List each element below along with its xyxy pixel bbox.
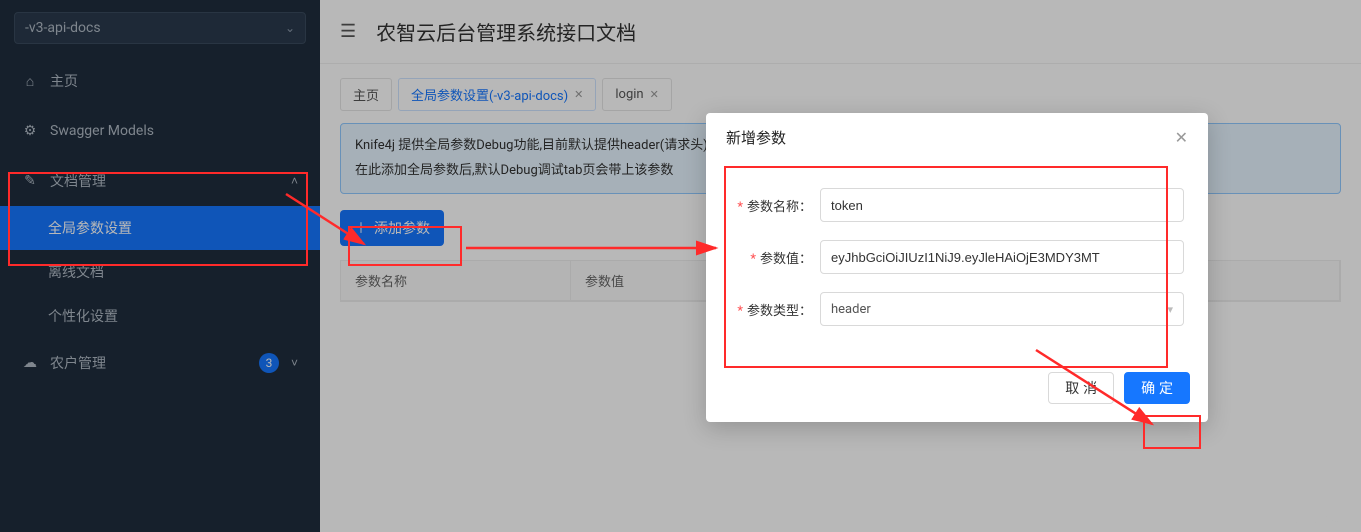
label-name: *参数名称： [730,196,820,215]
close-icon[interactable]: ✕ [1175,128,1188,147]
label-value: *参数值： [730,248,820,267]
chevron-down-icon: ▾ [1167,303,1173,316]
ok-button[interactable]: 确 定 [1124,372,1190,404]
modal-body: *参数名称： *参数值： *参数类型： header ▾ [706,162,1208,362]
add-param-modal: 新增参数 ✕ *参数名称： *参数值： *参数类型： header ▾ 取 消 … [706,113,1208,422]
label-type: *参数类型： [730,300,820,319]
modal-header: 新增参数 ✕ [706,113,1208,162]
modal-title: 新增参数 [726,127,786,148]
watermark: CSDN @尖メ [1291,512,1353,528]
modal-footer: 取 消 确 定 [706,362,1208,422]
input-param-name[interactable] [820,188,1184,222]
select-param-type[interactable]: header ▾ [820,292,1184,326]
row-param-name: *参数名称： [730,188,1184,222]
row-param-type: *参数类型： header ▾ [730,292,1184,326]
cancel-button[interactable]: 取 消 [1048,372,1114,404]
row-param-value: *参数值： [730,240,1184,274]
select-value: header [831,302,871,317]
input-param-value[interactable] [820,240,1184,274]
